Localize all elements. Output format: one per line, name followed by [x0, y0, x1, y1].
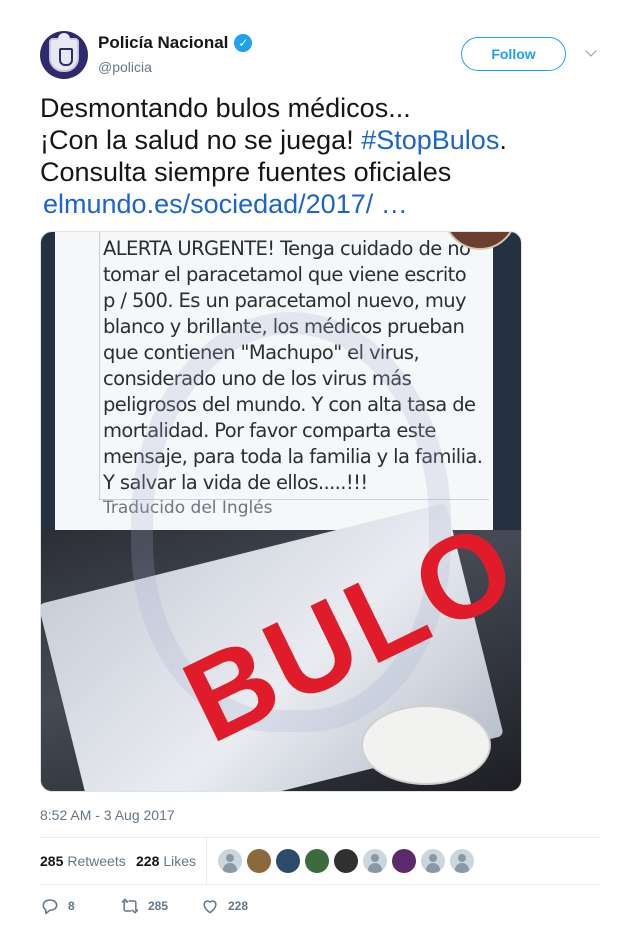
user-handle[interactable]: @policia	[98, 59, 152, 75]
media-image[interactable]: ALERTA URGENTE! Tenga cuidado de no toma…	[40, 231, 522, 792]
retweets-count: 285	[40, 853, 64, 869]
pill-tablet	[361, 705, 491, 785]
retweet-count: 285	[148, 899, 169, 913]
likes-label: Likes	[163, 853, 197, 869]
liker-avatar[interactable]	[450, 849, 474, 873]
alert-line: ALERTA URGENTE! Tenga cuidado de no	[103, 237, 471, 260]
liker-avatar[interactable]	[247, 849, 271, 873]
tweet-timestamp[interactable]: 8:52 AM - 3 Aug 2017	[40, 807, 175, 823]
retweet-button[interactable]: 285	[120, 896, 168, 916]
likes-count: 228	[136, 853, 160, 869]
police-badge-icon	[49, 33, 79, 72]
tweet-actions: 8 285 228	[40, 896, 340, 918]
liker-avatar[interactable]	[334, 849, 358, 873]
liker-avatar[interactable]	[421, 849, 445, 873]
tweet-stats: 285 Retweets 228 Likes	[40, 837, 600, 885]
display-name[interactable]: Policía Nacional	[98, 33, 228, 53]
liker-avatars	[218, 849, 474, 873]
alert-line: p / 500. Es un paracetamol nuevo, muy	[103, 289, 467, 312]
tweet-line-2-text: ¡Con la salud no se juega!	[40, 125, 362, 155]
tweet-line-2: ¡Con la salud no se juega! #StopBulos.	[40, 124, 600, 156]
likes-stat[interactable]: 228 Likes	[136, 853, 196, 869]
stats-divider	[206, 838, 207, 884]
name-row: Policía Nacional ✓	[98, 33, 253, 53]
retweets-label: Retweets	[67, 853, 126, 869]
alert-line: tomar el paracetamol que viene escrito	[103, 263, 467, 286]
liker-avatar[interactable]	[218, 849, 242, 873]
tweet-line-2-end: .	[499, 125, 507, 155]
tweet-line-1: Desmontando bulos médicos...	[40, 93, 411, 123]
tweet-text: Desmontando bulos médicos... ¡Con la sal…	[40, 92, 600, 220]
hashtag-link[interactable]: #StopBulos	[361, 125, 499, 155]
follow-button[interactable]: Follow	[461, 37, 566, 71]
retweet-icon	[121, 898, 139, 914]
retweets-stat[interactable]: 285 Retweets	[40, 853, 126, 869]
liker-avatar[interactable]	[392, 849, 416, 873]
heart-icon	[203, 900, 217, 914]
tweet-line-3: Consulta siempre fuentes oficiales	[40, 157, 452, 187]
like-count: 228	[228, 899, 249, 913]
avatar[interactable]	[40, 31, 88, 79]
tweet-header: Policía Nacional ✓ @policia Follow	[40, 31, 600, 81]
liker-avatar[interactable]	[305, 849, 329, 873]
chevron-down-icon[interactable]	[584, 46, 598, 60]
reply-icon	[42, 899, 58, 915]
liker-avatar[interactable]	[276, 849, 300, 873]
reply-count: 8	[68, 899, 75, 913]
liker-avatar[interactable]	[363, 849, 387, 873]
like-button[interactable]: 228	[200, 896, 248, 916]
article-link[interactable]: elmundo.es/sociedad/2017/ …	[40, 188, 600, 220]
verified-badge-icon: ✓	[234, 34, 253, 52]
reply-button[interactable]: 8	[40, 896, 75, 916]
